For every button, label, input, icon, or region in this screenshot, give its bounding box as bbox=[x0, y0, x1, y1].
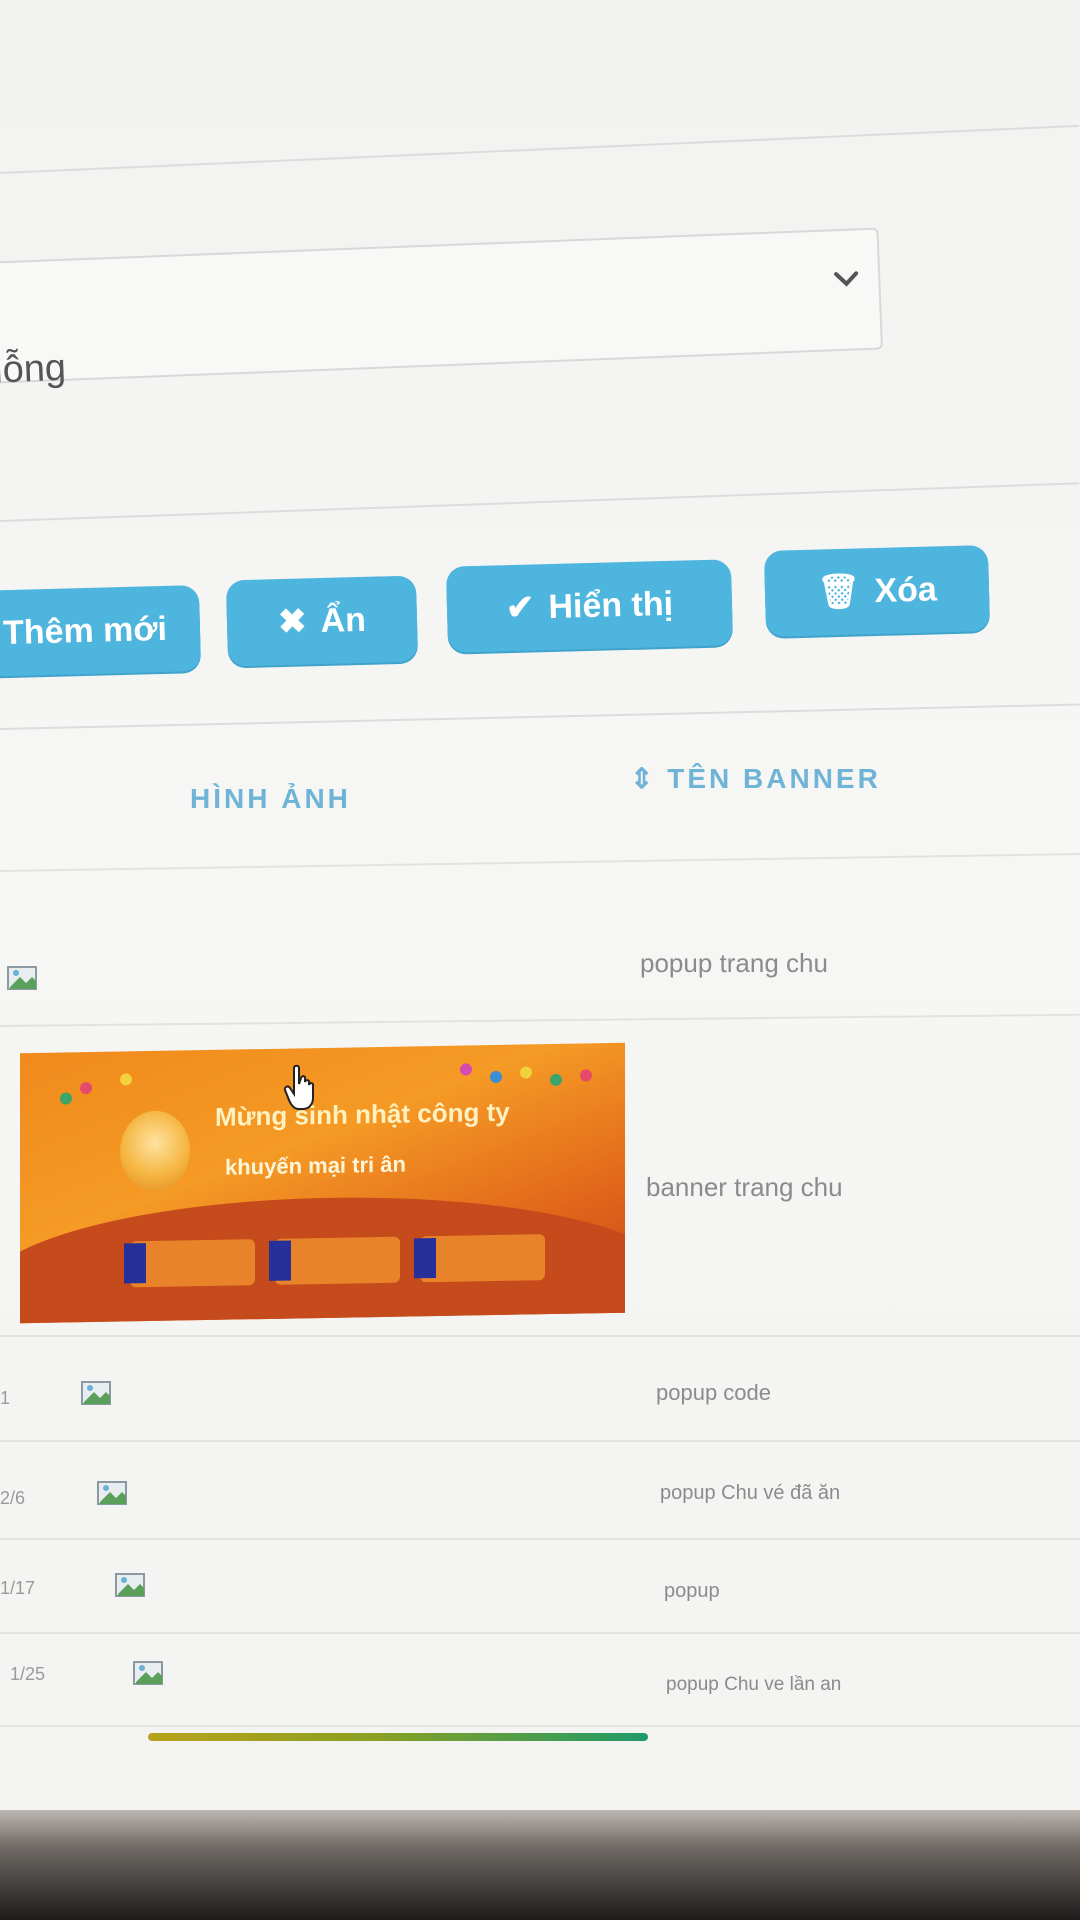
broken-image-icon bbox=[115, 1573, 145, 1597]
confetti bbox=[460, 1063, 472, 1076]
confetti bbox=[60, 1092, 72, 1105]
table-header-divider bbox=[0, 853, 1080, 872]
hide-button-label: Ẩn bbox=[320, 600, 367, 640]
delete-button[interactable]: 🗑 Xóa bbox=[763, 545, 991, 637]
confetti bbox=[580, 1069, 592, 1082]
divider-form bbox=[0, 482, 1080, 522]
delete-button-label: Xóa bbox=[873, 569, 938, 610]
confetti bbox=[80, 1082, 92, 1095]
column-header-name[interactable]: ⇕ TÊN BANNER bbox=[630, 762, 881, 795]
banner-name: popup Chu vé đã ăn bbox=[660, 1482, 841, 1504]
row-divider bbox=[0, 1440, 1080, 1442]
row-divider bbox=[0, 1632, 1080, 1634]
banner-name: popup Chu ve lần an bbox=[666, 1674, 842, 1695]
mascot-image bbox=[120, 1110, 190, 1192]
close-icon: ✖ bbox=[277, 602, 308, 642]
broken-image-icon bbox=[133, 1661, 163, 1685]
mouse-pointer-icon bbox=[283, 1064, 315, 1110]
horizontal-scrollbar[interactable] bbox=[148, 1733, 648, 1741]
status-select[interactable]: lỗng bbox=[0, 227, 884, 392]
banner-promo-card bbox=[420, 1234, 545, 1283]
row-number: 1/25 bbox=[10, 1664, 46, 1684]
add-button-label: Thêm mới bbox=[2, 609, 168, 652]
banner-thumbnail[interactable]: Mừng sinh nhật công ty khuyến mại tri ân bbox=[20, 1042, 625, 1324]
sort-icon: ⇕ bbox=[630, 763, 668, 794]
banner-name: banner trang chu bbox=[646, 1172, 843, 1202]
screen: lỗng Thêm mới ✖ Ẩn ✔ Hiển thị 🗑 Xóa HÌNH… bbox=[0, 0, 1080, 1835]
trash-icon: 🗑 bbox=[816, 572, 861, 612]
row-divider bbox=[0, 1538, 1080, 1540]
check-icon: ✔ bbox=[505, 588, 535, 628]
broken-image-icon bbox=[81, 1381, 111, 1405]
row-number: 2/6 bbox=[0, 1488, 26, 1508]
banner-promo-card bbox=[130, 1239, 255, 1288]
confetti bbox=[120, 1073, 132, 1086]
chevron-down-icon bbox=[834, 271, 859, 287]
row-divider bbox=[0, 1725, 1080, 1727]
confetti bbox=[520, 1066, 532, 1079]
confetti bbox=[550, 1073, 562, 1087]
show-button-label: Hiển thị bbox=[547, 584, 674, 626]
divider-toolbar bbox=[0, 703, 1080, 730]
banner-name: popup code bbox=[656, 1380, 771, 1405]
column-header-image[interactable]: HÌNH ẢNH bbox=[190, 783, 351, 815]
status-select-value: lỗng bbox=[0, 346, 67, 392]
add-button[interactable]: Thêm mới bbox=[0, 585, 202, 677]
broken-image-icon bbox=[7, 966, 37, 990]
row-number: 1/17 bbox=[0, 1578, 36, 1598]
banner-promo-card bbox=[275, 1236, 400, 1285]
monitor-bezel bbox=[0, 1810, 1080, 1920]
broken-image-icon bbox=[97, 1481, 127, 1505]
banner-name: popup trang chu bbox=[640, 948, 828, 978]
banner-headline: Mừng sinh nhật công ty bbox=[215, 1096, 510, 1132]
column-header-name-label: TÊN BANNER bbox=[667, 763, 881, 794]
banner-subline: khuyến mại tri ân bbox=[225, 1151, 406, 1180]
hide-button[interactable]: ✖ Ẩn bbox=[225, 575, 419, 667]
show-button[interactable]: ✔ Hiển thị bbox=[445, 559, 734, 653]
divider-top bbox=[0, 124, 1080, 174]
row-divider bbox=[0, 1335, 1080, 1337]
banner-name: popup bbox=[664, 1580, 720, 1602]
row-divider bbox=[0, 1013, 1080, 1027]
confetti bbox=[490, 1070, 502, 1084]
toolbar: Thêm mới ✖ Ẩn ✔ Hiển thị 🗑 Xóa bbox=[0, 545, 1080, 677]
row-number: 1 bbox=[0, 1388, 11, 1408]
